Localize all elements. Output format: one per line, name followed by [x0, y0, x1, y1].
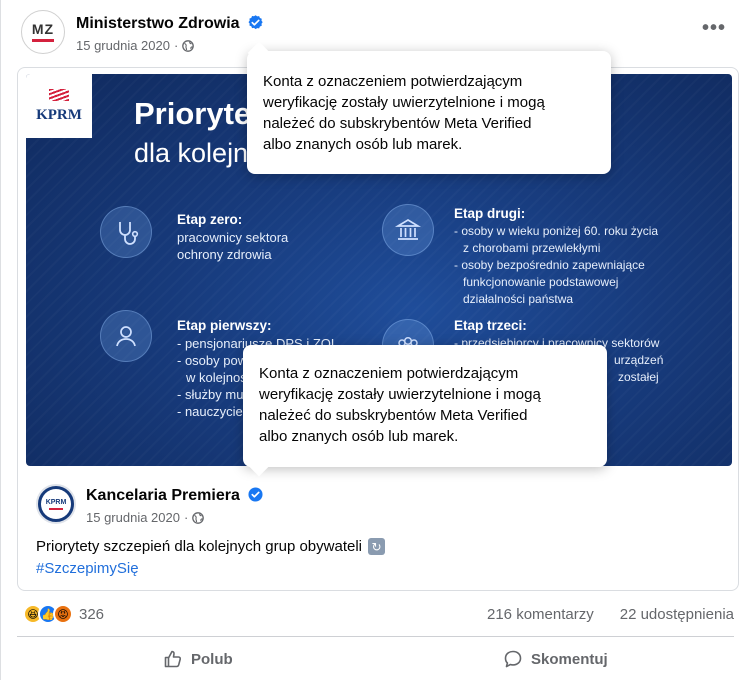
stage-line: pracownicy sektora — [177, 230, 289, 245]
post-text: Priorytety szczepień dla kolejnych grup … — [36, 538, 362, 555]
stage-line: działalności państwa — [463, 292, 574, 306]
shared-post-meta: 15 grudnia 2020 · — [86, 510, 205, 525]
stage-line: ochrony zdrowia — [177, 247, 272, 262]
refresh-emoji-icon: ↻ — [368, 538, 385, 555]
stage-heading: Etap zero: — [177, 212, 243, 227]
stage-line: funkcjonowanie podstawowej — [463, 275, 619, 289]
tooltip-line: albo znanych osób lub marek. — [259, 428, 459, 445]
stethoscope-icon — [100, 206, 152, 258]
tooltip-line: albo znanych osób lub marek. — [263, 136, 463, 153]
like-label: Polub — [191, 650, 233, 668]
reactions-summary[interactable]: 😆 👍 😡 326 — [23, 604, 104, 624]
like-button[interactable]: Polub — [163, 649, 233, 669]
shared-author-avatar[interactable]: KPRM — [36, 484, 76, 524]
person-icon — [100, 310, 152, 362]
shares-count[interactable]: 22 udostępnienia — [620, 606, 734, 623]
tooltip-line: weryfikację zostały uwierzytelnione i mo… — [259, 386, 541, 403]
post-container: MZ Ministerstwo Zdrowia 15 grudnia 2020 … — [0, 0, 750, 680]
tooltip-line: weryfikację zostały uwierzytelnione i mo… — [263, 94, 545, 111]
kprm-logo: KPRM — [26, 74, 92, 138]
shared-author-name[interactable]: Kancelaria Premiera — [86, 487, 240, 504]
shared-post-date[interactable]: 15 grudnia 2020 — [86, 510, 180, 525]
globe-icon — [182, 39, 195, 52]
comment-icon — [504, 650, 522, 668]
tooltip-arrow — [247, 41, 271, 65]
verified-badge-icon[interactable] — [248, 487, 263, 502]
more-options-icon[interactable]: ••• — [702, 18, 726, 38]
graphic-title: Prioryte — [134, 96, 252, 131]
avatar-text: MZ — [31, 21, 55, 37]
tooltip-line: Konta z oznaczeniem potwierdzającym — [263, 73, 523, 90]
stage-heading: Etap drugi: — [454, 206, 526, 221]
engagement-stats: 216 komentarzy 22 udostępnienia — [487, 606, 734, 623]
avatar-red-bar — [49, 507, 63, 510]
comment-button[interactable]: Skomentuj — [503, 649, 608, 669]
hashtag-link[interactable]: #SzczepimySię — [36, 560, 139, 577]
meta-separator: · — [173, 38, 179, 53]
post-author[interactable]: Ministerstwo Zdrowia — [76, 15, 263, 33]
logo-flag-stripes — [49, 88, 69, 101]
avatar-text: KPRM — [45, 498, 67, 506]
thumbs-up-icon — [164, 650, 182, 668]
angry-reaction-icon: 😡 — [53, 604, 73, 624]
meta-separator: · — [183, 510, 189, 525]
verified-tooltip: Konta z oznaczeniem potwierdzającym wery… — [243, 345, 607, 477]
logo-text: KPRM — [36, 106, 82, 123]
divider — [17, 636, 734, 637]
avatar-red-bar — [32, 39, 54, 42]
stage-heading: Etap pierwszy: — [177, 318, 272, 333]
tooltip-line: Konta z oznaczeniem potwierdzającym — [259, 365, 519, 382]
graphic-subtitle: dla kolejn — [134, 138, 249, 168]
post-meta: 15 grudnia 2020 · — [76, 38, 195, 53]
stage-zero: Etap zero: pracownicy sektora ochrony zd… — [177, 211, 288, 263]
author-avatar[interactable]: MZ — [21, 10, 65, 54]
building-icon — [382, 204, 434, 256]
stage-line: z chorobami przewlekłymi — [463, 241, 601, 255]
reaction-count[interactable]: 326 — [79, 606, 104, 623]
shared-post-text: Priorytety szczepień dla kolejnych grup … — [36, 538, 385, 555]
comments-count[interactable]: 216 komentarzy — [487, 606, 594, 623]
stage-two: Etap drugi: - osoby w wieku poniżej 60. … — [454, 205, 658, 308]
verified-tooltip: Konta z oznaczeniem potwierdzającym wery… — [247, 41, 611, 174]
shared-post-author[interactable]: Kancelaria Premiera — [86, 487, 263, 505]
tooltip-line: należeć do subskrybentów Meta Verified — [263, 115, 532, 132]
globe-icon — [192, 511, 205, 524]
avatar-ring: KPRM — [41, 489, 71, 519]
stage-heading: Etap trzeci: — [454, 318, 527, 333]
stage-line: - osoby w wieku poniżej 60. roku życia — [454, 224, 659, 238]
author-name[interactable]: Ministerstwo Zdrowia — [76, 15, 240, 32]
post-date[interactable]: 15 grudnia 2020 — [76, 38, 170, 53]
verified-badge-icon[interactable] — [248, 15, 263, 30]
tooltip-line: należeć do subskrybentów Meta Verified — [259, 407, 528, 424]
comment-label: Skomentuj — [531, 650, 608, 668]
stage-line: - osoby bezpośrednio zapewniające — [454, 258, 645, 272]
